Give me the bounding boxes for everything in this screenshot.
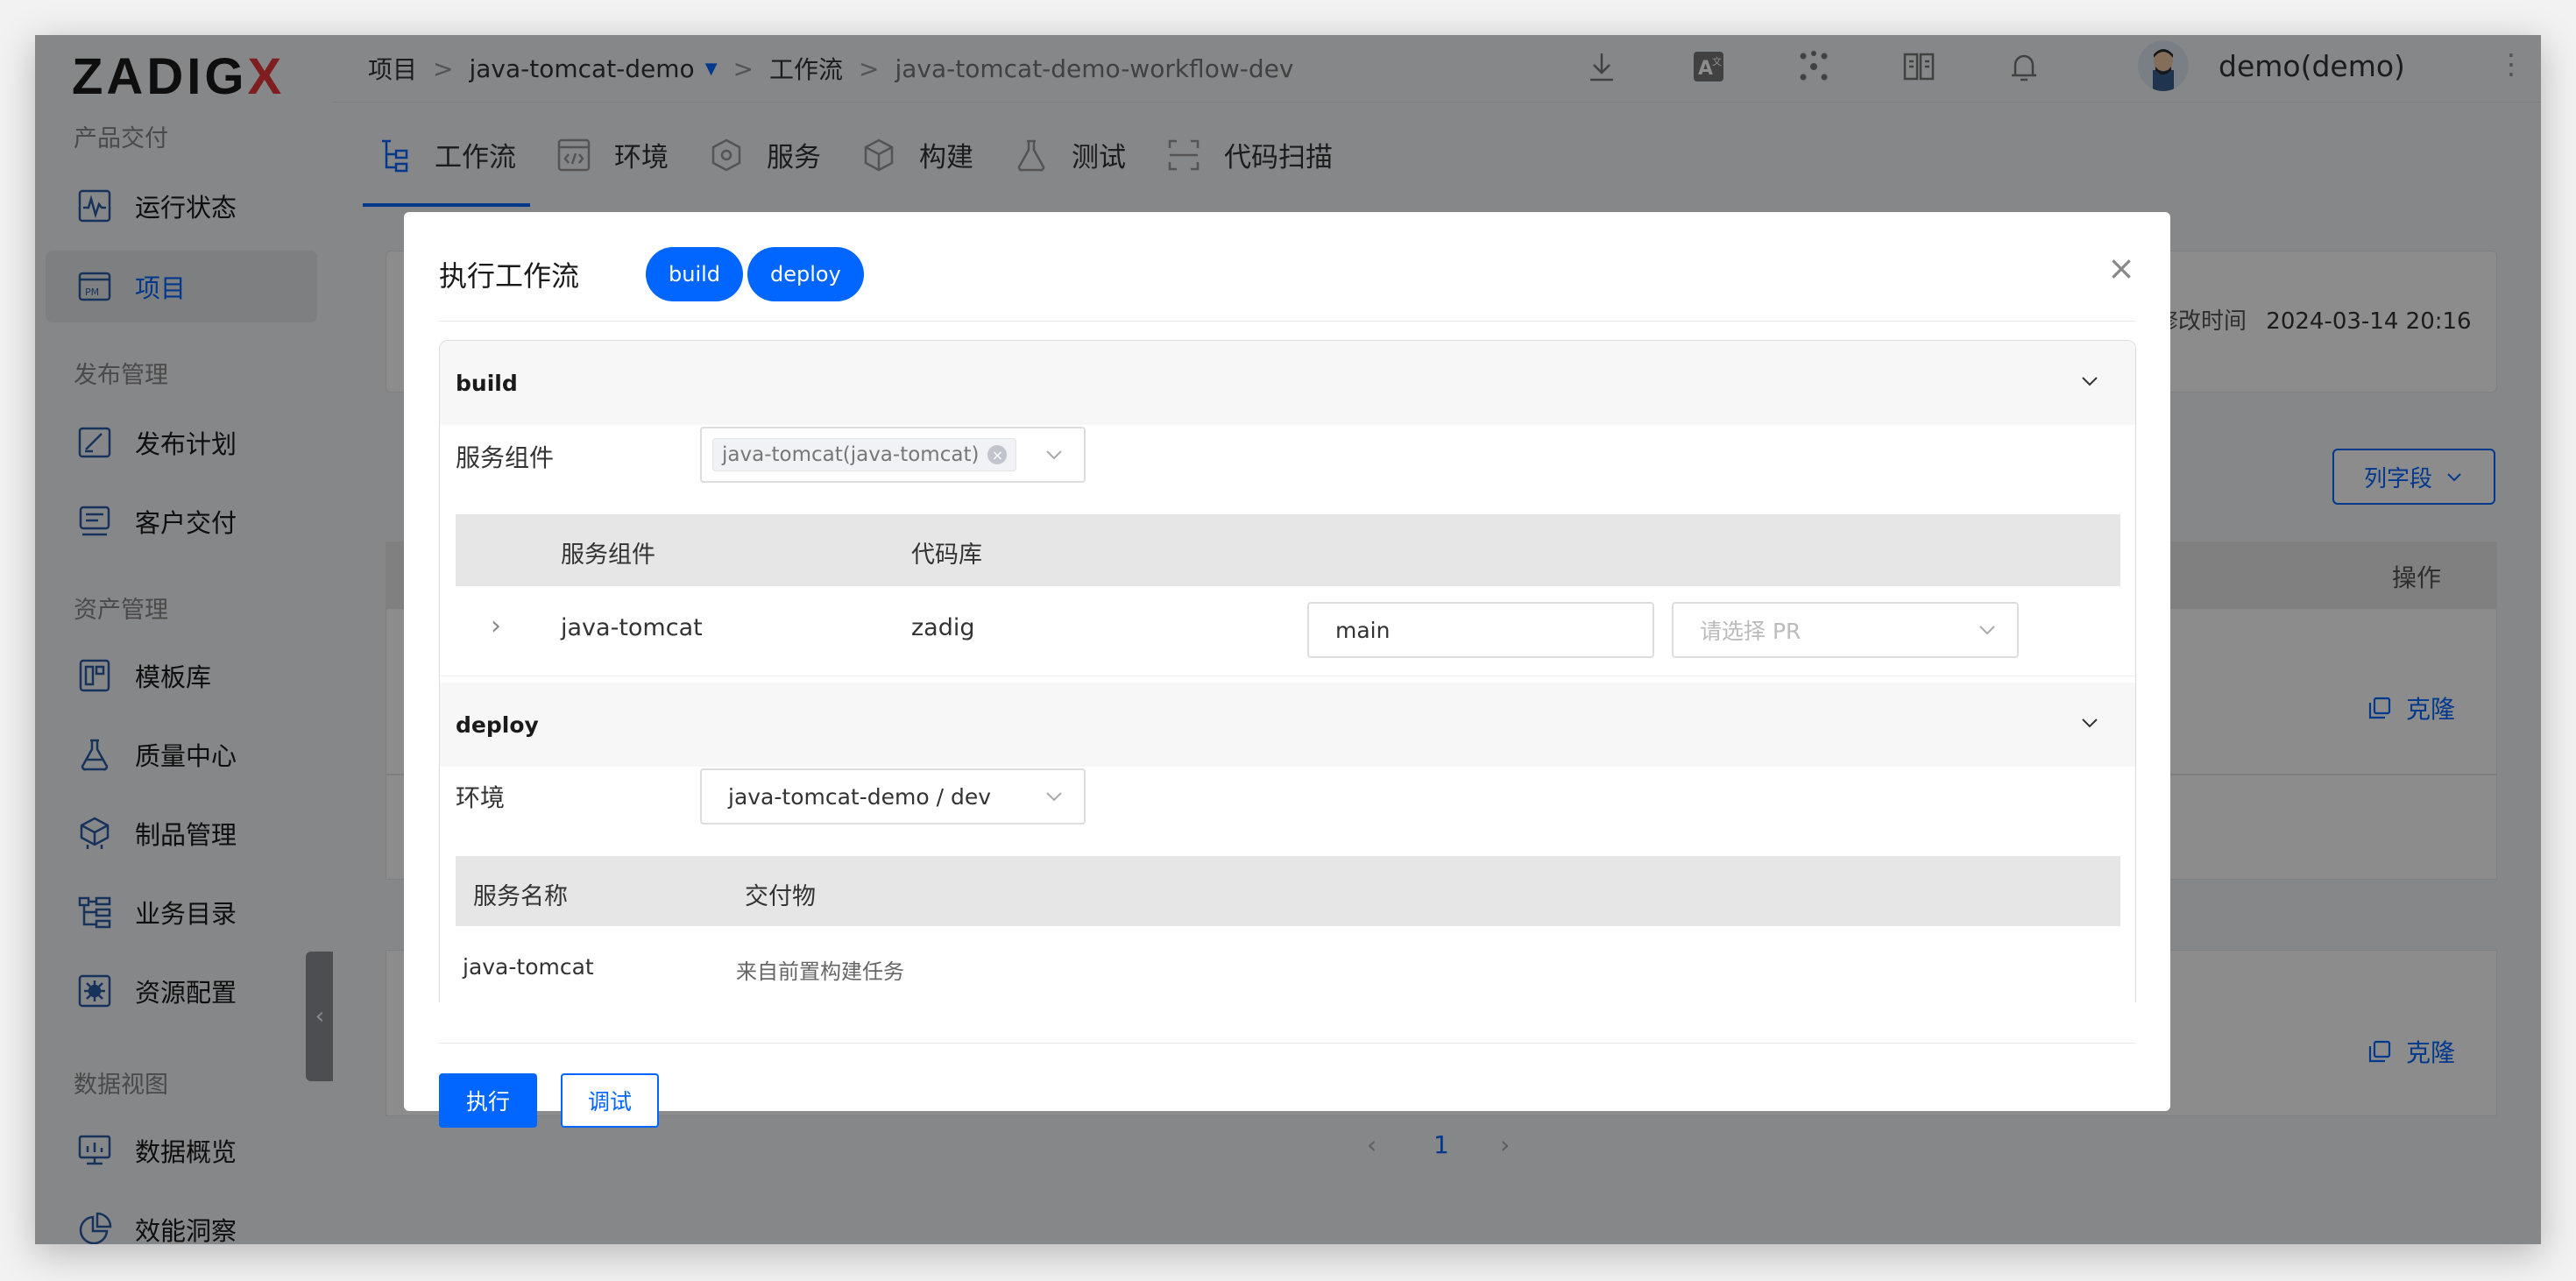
remove-tag-icon[interactable]: × — [987, 445, 1008, 464]
close-icon[interactable]: × — [2107, 249, 2135, 287]
column-header: 交付物 — [745, 883, 816, 910]
environment-value: java-tomcat-demo / dev — [728, 783, 991, 810]
chevron-down-icon — [1979, 626, 1995, 635]
service-component-label: 服务组件 — [456, 443, 555, 472]
chevron-down-icon — [1046, 792, 1062, 802]
selected-tag: java-tomcat(java-tomcat) × — [712, 438, 1017, 471]
pr-placeholder: 请选择 PR — [1700, 619, 1801, 644]
column-header: 代码库 — [911, 541, 982, 569]
section-title: deploy — [456, 711, 539, 738]
jobs-panel: build 服务组件 java-tomcat(java-tomcat) × 服务… — [439, 340, 2136, 1002]
job-pill-build[interactable]: build — [646, 247, 744, 301]
branch-value: main — [1335, 617, 1391, 643]
tag-label: java-tomcat(java-tomcat) — [722, 443, 980, 466]
debug-button[interactable]: 调试 — [561, 1073, 659, 1128]
row-service: java-tomcat — [463, 954, 594, 980]
job-pill-deploy[interactable]: deploy — [747, 247, 864, 301]
row-artifact: 来自前置构建任务 — [736, 959, 904, 984]
deploy-section-header[interactable]: deploy — [440, 683, 2135, 767]
section-title: build — [456, 370, 518, 396]
service-component-select[interactable]: java-tomcat(java-tomcat) × — [700, 427, 1086, 483]
expand-row-icon[interactable]: › — [491, 611, 501, 641]
app-window: ZADIG X 产品交付 运行状态 PM 项目 发布管理 发布计划 客户交付 资产… — [35, 35, 2541, 1244]
chevron-down-icon — [1046, 450, 1062, 460]
run-button[interactable]: 执行 — [439, 1073, 537, 1128]
column-header: 服务组件 — [561, 541, 655, 569]
build-section-header[interactable]: build — [440, 341, 2135, 425]
row-service: java-tomcat — [561, 614, 703, 641]
pr-select[interactable]: 请选择 PR — [1672, 602, 2019, 658]
run-workflow-dialog: 执行工作流 build deploy × build 服务组件 java-tom… — [404, 212, 2170, 1128]
dialog-title: 执行工作流 — [439, 259, 580, 293]
environment-label: 环境 — [456, 783, 506, 812]
build-table-header: 服务组件 代码库 — [456, 514, 2120, 586]
row-repo: zadig — [911, 614, 975, 641]
chevron-down-icon — [2082, 377, 2098, 386]
deploy-table-header: 服务名称 交付物 — [456, 856, 2120, 926]
branch-input[interactable]: main — [1307, 602, 1654, 658]
environment-select[interactable]: java-tomcat-demo / dev — [700, 768, 1086, 825]
divider — [439, 1043, 2135, 1044]
chevron-down-icon — [2082, 718, 2098, 728]
divider — [439, 321, 2135, 322]
column-header: 服务名称 — [473, 883, 568, 910]
